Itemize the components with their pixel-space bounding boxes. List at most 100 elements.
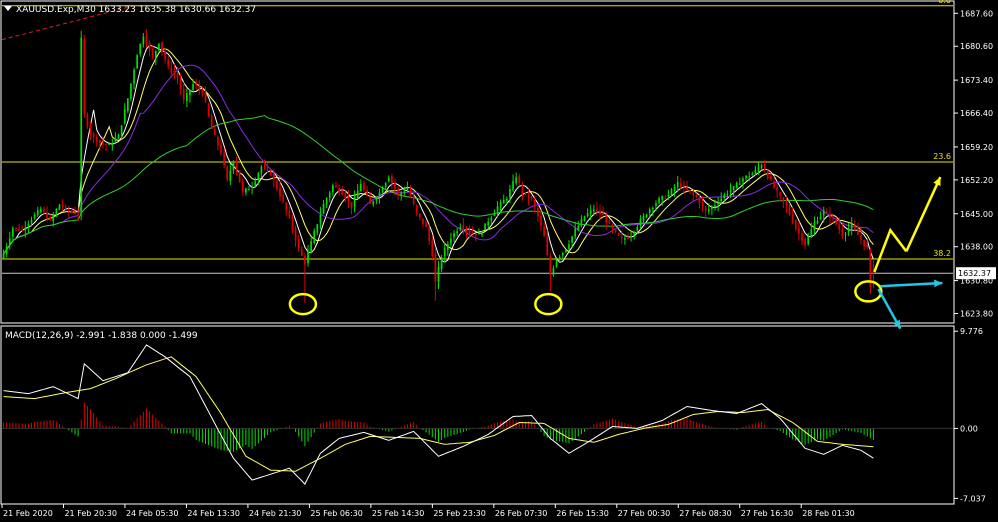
candle-body [648,209,651,213]
candle-body [667,194,670,197]
candle-body [509,189,511,198]
candle-body [24,228,27,231]
price-tick-label: 1666.40 [960,109,993,118]
time-tick-label: 26 Feb 15:30 [556,509,608,518]
candle-body [437,267,440,282]
candle-body [192,84,194,90]
candle-body [123,109,126,124]
time-tick-label: 21 Feb 20:30 [64,509,116,518]
candle-body [8,238,11,246]
candle-body [580,219,583,226]
candle-body [161,42,163,52]
candle-body [561,252,564,256]
candle-body [58,204,61,210]
candle-body [599,211,601,215]
candle-body [425,223,427,227]
candle-body [636,227,639,231]
candle-body [639,219,642,226]
candle-body [322,203,325,214]
candle-body [782,197,785,202]
candle-body [201,89,204,94]
macd-panel-frame [0,325,955,505]
candle-body [151,50,154,58]
price-tick-label: 1680.60 [960,42,993,51]
candle-body [810,229,813,238]
candle-body [288,210,291,217]
candle-body [446,243,449,250]
candle-body [185,93,188,101]
macd-tick-label: -7.037 [960,494,986,503]
candle-body [835,218,838,225]
candle-body [701,202,704,206]
candle-body [748,176,751,178]
candle-body [126,98,129,112]
candle-body [527,194,530,199]
candle-body [627,238,629,240]
candle-body [739,183,741,185]
candle-body [717,202,719,205]
time-tick-label: 27 Feb 08:30 [679,509,731,518]
candle-body [465,227,468,232]
candle-body [307,251,309,264]
candle-body [661,196,664,200]
candle-body [403,191,406,193]
time-tick-label: 24 Feb 05:30 [126,509,178,518]
candle-body [276,180,278,189]
candle-body [61,204,64,208]
candle-body [462,225,465,230]
candle-body [154,50,157,59]
candle-body [450,238,452,244]
candle-body [518,176,521,184]
candle-body [456,231,458,234]
price-tick-label: 1687.60 [960,9,993,18]
candle-body [347,197,350,202]
time-tick-label: 25 Feb 23:30 [433,509,485,518]
candle-body [105,143,107,145]
candle-body [235,159,238,172]
candle-body [397,188,399,195]
candle-body [577,225,580,231]
candle-body [698,197,701,204]
candle-body [304,256,306,265]
candle-body [428,227,431,241]
chart-window[interactable]: 0.0 23.6 38.2 1687.60 1680.60 1673.40 1666.40… [0,0,998,522]
time-tick-label: 27 Feb 00:30 [618,509,670,518]
candle-body [614,230,617,232]
candle-body [46,212,48,219]
candle-body [443,248,446,257]
candle-body [77,212,79,215]
candle-body [254,181,257,186]
time-tick-label: 28 Feb 01:30 [802,509,854,518]
candle-body [294,228,297,241]
candle-body [263,166,266,168]
candle-body [325,198,328,205]
candle-body [829,213,831,218]
candle-body [142,36,145,45]
candle-body [763,164,766,172]
price-tick-label: 1659.20 [960,143,993,152]
candle-body [857,230,859,235]
candle-body [555,259,558,267]
candle-body [689,190,692,192]
candle-body [269,171,272,176]
current-price-label: 1632.37 [958,269,991,278]
candle-body [241,181,244,192]
candle-body [248,189,250,191]
macd-tick-label: 9.776 [960,327,983,336]
candle-body [552,268,555,275]
candle-body [726,193,729,195]
candle-body [499,201,502,207]
candle-body [415,205,418,213]
candle-body [266,169,269,171]
time-tick-label: 24 Feb 13:30 [187,509,239,518]
candle-body [409,187,412,197]
candle-body [285,202,288,211]
candle-body [257,173,260,180]
macd-header: MACD(12,26,9) -2.991 -1.838 0.000 -1.499 [5,331,198,341]
candle-body [18,228,20,231]
time-tick-label: 26 Feb 07:30 [495,509,547,518]
candle-body [422,218,424,225]
price-tick-label: 1638.00 [960,243,993,252]
time-tick-label: 25 Feb 06:30 [310,509,362,518]
candle-body [471,232,474,234]
